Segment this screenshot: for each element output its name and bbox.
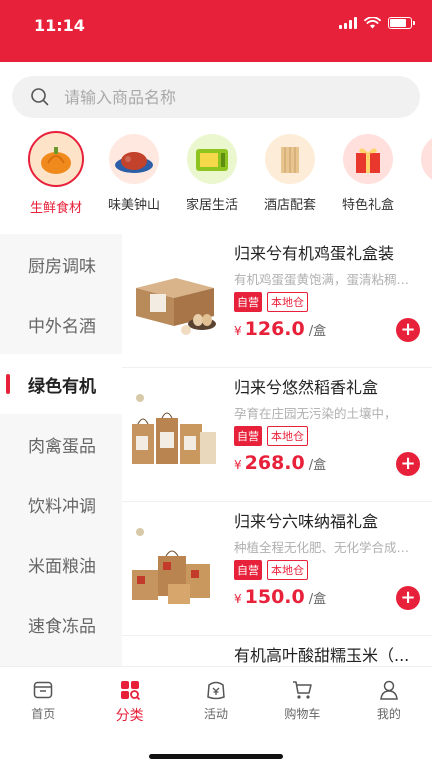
price-unit: /盒 bbox=[308, 592, 327, 607]
sidebar-item-rice-flour-oil[interactable]: 米面粮油 bbox=[0, 534, 122, 594]
tab-home[interactable]: 首页 bbox=[0, 667, 86, 727]
category-label: 酒店配套 bbox=[263, 198, 316, 213]
sidebar-item-kitchen-seasoning[interactable]: 厨房调味 bbox=[0, 234, 122, 294]
profile-icon bbox=[379, 680, 398, 700]
category-fresh-food[interactable]: 生鲜食材 bbox=[17, 130, 95, 224]
status-bar: 11:14 bbox=[0, 0, 432, 62]
search-input[interactable] bbox=[64, 87, 394, 107]
category-specialty-gift-box[interactable]: 特色礼盒 bbox=[329, 130, 407, 224]
category-label: 味美钟山 bbox=[107, 198, 160, 213]
gift-bag-icon bbox=[421, 134, 432, 184]
product-tags: 自营 本地仓 bbox=[234, 560, 308, 580]
product-title[interactable]: 归来兮六味纳福礼盒 bbox=[234, 508, 424, 532]
price-value: 126.0 bbox=[244, 318, 305, 340]
currency-symbol: ¥ bbox=[234, 458, 242, 472]
product-item[interactable]: 归来兮悠然稻香礼盒 孕育在庄园无污染的土壤中， 自营 本地仓 ¥ 268.0 /… bbox=[122, 368, 432, 502]
sidebar-item-meat-poultry-eggs[interactable]: 肉禽蛋品 bbox=[0, 414, 122, 474]
add-to-cart-button[interactable]: + bbox=[396, 586, 420, 610]
activity-icon bbox=[207, 681, 225, 700]
category-zhongshan-food[interactable]: 味美钟山 bbox=[95, 130, 173, 224]
product-tags: 自营 本地仓 bbox=[234, 426, 308, 446]
tab-label: 分类 bbox=[115, 708, 144, 724]
product-title[interactable]: 归来兮悠然稻香礼盒 bbox=[234, 374, 424, 398]
microwave-icon bbox=[187, 134, 237, 184]
status-icons bbox=[339, 17, 415, 29]
product-description: 种植全程无化肥、无化学合成农药 bbox=[234, 540, 420, 555]
product-title[interactable]: 归来兮有机鸡蛋礼盒装 bbox=[234, 240, 424, 264]
battery-icon bbox=[388, 17, 415, 29]
product-image[interactable] bbox=[128, 656, 220, 666]
add-to-cart-button[interactable]: + bbox=[396, 452, 420, 476]
tab-profile[interactable]: 我的 bbox=[346, 667, 432, 727]
wifi-icon bbox=[364, 17, 381, 29]
product-price: ¥ 150.0 /盒 bbox=[234, 586, 326, 608]
product-list: 归来兮有机鸡蛋礼盒装 有机鸡蛋蛋黄饱满，蛋清粘稠，营养丰富 自营 本地仓 ¥ 1… bbox=[122, 234, 432, 666]
category-row: 生鲜食材 味美钟山 家居生活 酒店配套 特色礼盒 外 bbox=[0, 130, 432, 224]
product-tags: 自营 本地仓 bbox=[234, 292, 308, 312]
plus-icon: + bbox=[400, 319, 416, 340]
sidebar: 厨房调味 中外名酒 绿色有机 肉禽蛋品 饮料冲调 米面粮油 速食冻品 bbox=[0, 234, 122, 666]
local-warehouse-badge: 本地仓 bbox=[267, 292, 308, 312]
product-price: ¥ 268.0 /盒 bbox=[234, 452, 326, 474]
self-operated-badge: 自营 bbox=[234, 426, 262, 446]
product-image[interactable] bbox=[128, 254, 220, 346]
search-icon bbox=[31, 88, 49, 106]
cellular-signal-icon bbox=[339, 17, 357, 29]
category-icon bbox=[120, 681, 140, 701]
category-hotel-supplies[interactable]: 酒店配套 bbox=[251, 130, 329, 224]
gift-box-icon bbox=[343, 134, 393, 184]
self-operated-badge: 自营 bbox=[234, 292, 262, 312]
local-warehouse-badge: 本地仓 bbox=[267, 426, 308, 446]
sidebar-item-green-organic[interactable]: 绿色有机 bbox=[0, 354, 122, 414]
currency-symbol: ¥ bbox=[234, 592, 242, 606]
tab-cart[interactable]: 购物车 bbox=[259, 667, 345, 727]
tab-label: 购物车 bbox=[284, 707, 321, 721]
plus-icon: + bbox=[400, 587, 416, 608]
price-unit: /盒 bbox=[308, 458, 327, 473]
status-time: 11:14 bbox=[34, 16, 85, 35]
self-operated-badge: 自营 bbox=[234, 560, 262, 580]
product-item[interactable]: 归来兮六味纳福礼盒 种植全程无化肥、无化学合成农药 自营 本地仓 ¥ 150.0… bbox=[122, 502, 432, 636]
product-price: ¥ 126.0 /盒 bbox=[234, 318, 326, 340]
pumpkin-icon bbox=[28, 131, 84, 187]
price-value: 150.0 bbox=[244, 586, 305, 608]
tissue-box-icon bbox=[265, 134, 315, 184]
product-item[interactable]: 有机高叶酸甜糯玉米（... bbox=[122, 636, 432, 666]
category-home-living[interactable]: 家居生活 bbox=[173, 130, 251, 224]
tab-label: 首页 bbox=[31, 707, 56, 721]
add-to-cart-button[interactable]: + bbox=[396, 318, 420, 342]
tab-label: 活动 bbox=[204, 707, 229, 721]
product-title[interactable]: 有机高叶酸甜糯玉米（... bbox=[234, 642, 424, 666]
product-image[interactable] bbox=[128, 522, 220, 614]
sidebar-item-famous-liquor[interactable]: 中外名酒 bbox=[0, 294, 122, 354]
cart-icon bbox=[293, 681, 313, 699]
product-image[interactable] bbox=[128, 388, 220, 480]
product-description: 有机鸡蛋蛋黄饱满，蛋清粘稠，营养丰富 bbox=[234, 272, 420, 287]
home-indicator bbox=[149, 754, 283, 759]
category-label: 家居生活 bbox=[185, 198, 238, 213]
category-label: 生鲜食材 bbox=[29, 201, 82, 216]
product-description: 孕育在庄园无污染的土壤中， bbox=[234, 406, 397, 421]
category-content: 厨房调味 中外名酒 绿色有机 肉禽蛋品 饮料冲调 米面粮油 速食冻品 归来兮有机… bbox=[0, 234, 432, 666]
plus-icon: + bbox=[400, 453, 416, 474]
meat-plate-icon bbox=[109, 134, 159, 184]
price-value: 268.0 bbox=[244, 452, 305, 474]
product-item[interactable]: 归来兮有机鸡蛋礼盒装 有机鸡蛋蛋黄饱满，蛋清粘稠，营养丰富 自营 本地仓 ¥ 1… bbox=[122, 234, 432, 368]
bottom-tab-bar: 首页 分类 活动 购物车 我的 bbox=[0, 666, 432, 768]
search-bar[interactable] bbox=[12, 76, 420, 118]
home-icon bbox=[33, 681, 53, 699]
currency-symbol: ¥ bbox=[234, 324, 242, 338]
sidebar-item-frozen-food[interactable]: 速食冻品 bbox=[0, 594, 122, 654]
sidebar-item-beverages[interactable]: 饮料冲调 bbox=[0, 474, 122, 534]
tab-category[interactable]: 分类 bbox=[86, 667, 172, 727]
price-unit: /盒 bbox=[308, 324, 327, 339]
tab-label: 我的 bbox=[376, 707, 401, 721]
category-label: 特色礼盒 bbox=[341, 198, 394, 213]
local-warehouse-badge: 本地仓 bbox=[267, 560, 308, 580]
tab-activity[interactable]: 活动 bbox=[173, 667, 259, 727]
category-more[interactable]: 外 bbox=[407, 130, 432, 224]
